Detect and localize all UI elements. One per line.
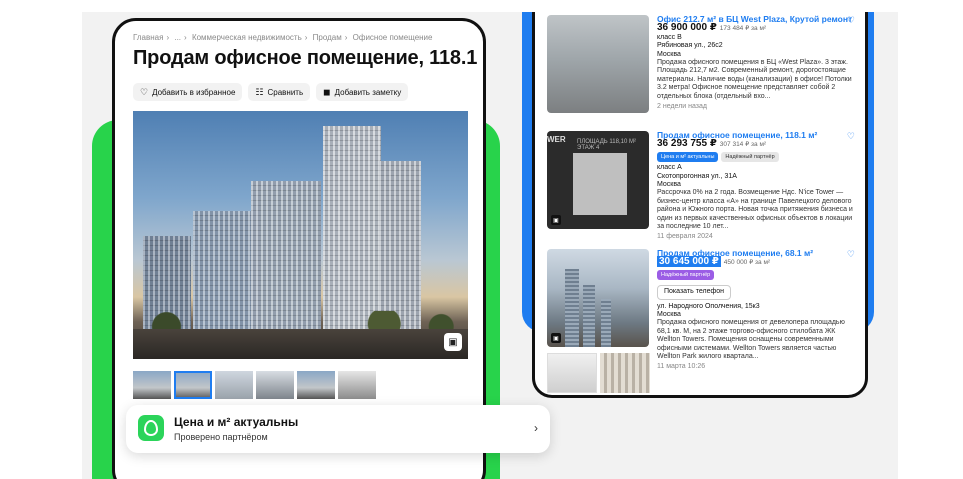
listing-city: Москва (657, 311, 681, 319)
listing-info: Продам офисное помещение, 118.1 м² 36 29… (657, 131, 853, 242)
building-image (323, 126, 381, 331)
breadcrumb: Главная › ... › Коммерческая недвижимость ›… (133, 33, 433, 42)
breadcrumb-home[interactable]: Главная (133, 33, 163, 42)
ground-image (133, 329, 468, 359)
floor-plan-image (573, 153, 627, 215)
fullscreen-icon[interactable]: ▣ (551, 215, 561, 225)
photo-thumbnails (547, 353, 650, 393)
fullscreen-icon[interactable]: ▣ (444, 333, 462, 351)
building-image (251, 181, 321, 331)
badge-row: Надёжный партнёр (657, 269, 853, 281)
page-title: Продам офисное помещение, 118.1 м² (133, 47, 486, 69)
listing-photo[interactable] (547, 15, 649, 113)
compare-button[interactable]: ☷ Сравнить (248, 83, 311, 101)
plan-caption: ПЛОЩАДЬ 118,10 М² ЭТАЖ 4 (577, 139, 636, 151)
photo-thumbnail-active[interactable] (174, 371, 212, 399)
listing-description: Продажа офисного помещения в БЦ «West Pl… (657, 59, 852, 100)
photo-thumbnail[interactable] (600, 353, 650, 393)
price-verified-card[interactable]: Цена и м² актуальны Проверено партнёром … (126, 405, 550, 453)
show-phone-button[interactable]: Показать телефон (657, 285, 731, 300)
building-image (565, 269, 579, 347)
listing-class: класс B (657, 33, 682, 41)
listing-city: Москва (657, 50, 681, 58)
listing-info: Продам офисное помещение, 68.1 м² 30 645… (657, 249, 853, 372)
favorite-heart-icon[interactable]: ♡ (847, 131, 855, 142)
listing-description: Продажа офисного помещения от девелопера… (657, 319, 845, 361)
photo-thumbnail[interactable] (547, 353, 597, 393)
listing-price: 30 645 000 ₽450 000 ₽ за м² (657, 256, 771, 268)
listing-date: 11 февраля 2024 (657, 233, 713, 241)
building-image (601, 299, 611, 347)
verified-subtitle: Проверено партнёром (174, 432, 268, 442)
breadcrumb-sell[interactable]: Продам (313, 33, 342, 42)
favorite-heart-icon[interactable]: ♡ (847, 15, 855, 26)
heart-icon: ♡ (140, 86, 149, 97)
compare-icon: ☷ (255, 86, 264, 97)
building-image (379, 161, 421, 331)
listing-class: класс А (657, 164, 682, 172)
photo-thumbnail[interactable] (256, 371, 294, 399)
listings-screen: Офис 212.7 м² в БЦ West Plaza, Крутой ре… (532, 12, 868, 398)
badge-row: Цена и м² актуальны Надёжный партнёр (657, 151, 853, 163)
add-note-label: Добавить заметку (334, 87, 402, 97)
list-item[interactable]: Офис 212.7 м² в БЦ West Plaza, Крутой ре… (547, 15, 859, 119)
plan-brand-label: WER (547, 135, 566, 144)
listing-city: Москва (657, 181, 681, 189)
photo-thumbnail[interactable] (297, 371, 335, 399)
photo-thumbnail[interactable] (133, 371, 171, 399)
photo-thumbnails (133, 371, 376, 399)
breadcrumb-office[interactable]: Офисное помещение (353, 33, 433, 42)
action-bar: ♡ Добавить в избранное ☷ Сравнить ◼ Доба… (133, 83, 409, 101)
chevron-right-icon[interactable]: › (534, 421, 538, 435)
fullscreen-icon[interactable]: ▣ (551, 333, 561, 343)
status-badge: Надёжный партнёр (657, 269, 715, 281)
breadcrumb-ellipsis[interactable]: ... (174, 33, 181, 42)
listing-photo[interactable]: ▣ (547, 249, 649, 347)
favorite-heart-icon[interactable]: ♡ (847, 249, 855, 260)
listing-address: Скотопрогонная ул., 31А (657, 172, 737, 180)
status-badge: Цена и м² актуальны (657, 151, 719, 163)
location-pin-icon (138, 415, 164, 441)
status-badge: Надёжный партнёр (721, 151, 779, 163)
list-item[interactable]: ▣ Продам офисное помещение, 68.1 м² 30 6… (547, 249, 859, 395)
add-note-button[interactable]: ◼ Добавить заметку (316, 83, 409, 101)
breadcrumb-commercial[interactable]: Коммерческая недвижимость (192, 33, 302, 42)
listing-photo[interactable]: WER ПЛОЩАДЬ 118,10 М² ЭТАЖ 4 ▣ (547, 131, 649, 229)
note-icon: ◼ (323, 86, 331, 97)
listing-address: Рябиновая ул., 26с2 (657, 42, 723, 50)
main-photo[interactable]: ▣ (133, 111, 468, 359)
listing-description: Рассрочка 0% на 2 года. Возмещение Ндс. … (657, 189, 853, 231)
add-favorite-button[interactable]: ♡ Добавить в избранное (133, 83, 243, 101)
listing-address: ул. Народного Ополчения, 15к3 (657, 302, 760, 310)
listing-price: 36 293 755 ₽307 314 ₽ за м² (657, 138, 767, 150)
add-favorite-label: Добавить в избранное (152, 87, 236, 97)
verified-title: Цена и м² актуальны (174, 415, 299, 429)
compare-label: Сравнить (267, 87, 304, 97)
building-image (583, 285, 595, 347)
list-item[interactable]: WER ПЛОЩАДЬ 118,10 М² ЭТАЖ 4 ▣ Продам оф… (547, 131, 859, 240)
photo-thumbnail[interactable] (338, 371, 376, 399)
listing-date: 2 недели назад (657, 103, 707, 111)
listing-price: 36 900 000 ₽173 484 ₽ за м² (657, 22, 767, 34)
listing-date: 11 марта 10:26 (657, 363, 706, 371)
listing-info: Офис 212.7 м² в БЦ West Plaza, Крутой ре… (657, 15, 853, 111)
photo-thumbnail[interactable] (215, 371, 253, 399)
